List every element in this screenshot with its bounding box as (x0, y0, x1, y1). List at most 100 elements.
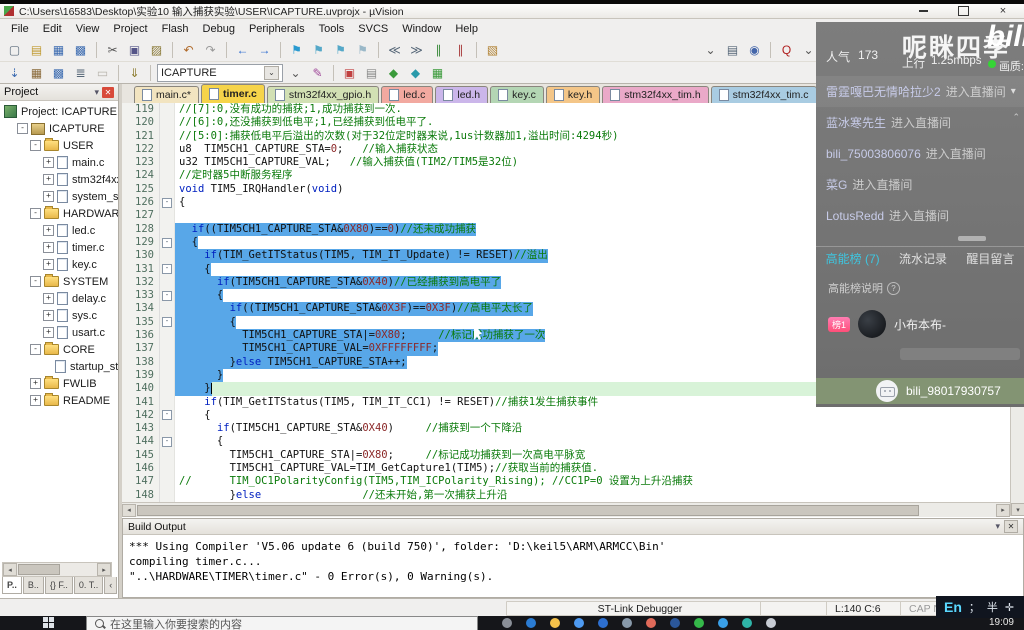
toolbar-cut-icon[interactable]: ✂ (103, 41, 122, 59)
menu-item-edit[interactable]: Edit (36, 21, 69, 37)
toolbar-unindent-icon[interactable]: ≪ (385, 41, 404, 59)
target-select[interactable]: ICAPTURE⌄ (157, 64, 283, 82)
tree-item-icapture[interactable]: -ICAPTURE (0, 120, 118, 137)
chat-scroll-up-icon[interactable]: ⌃ (1012, 112, 1020, 123)
code-line[interactable]: 145 TIM5CH1_CAPTURE_STA|=0X80; //标记成功捕获到… (122, 449, 1024, 462)
expander-icon[interactable]: + (43, 242, 54, 253)
scroll-left-icon[interactable]: ◂ (122, 504, 136, 517)
taskbar-chrome-icon[interactable] (574, 618, 584, 628)
toolbar-inline-dropdown-icon[interactable]: ⌄ (701, 41, 720, 59)
editor-tab-key-h[interactable]: key.h (546, 86, 600, 103)
expander-icon[interactable]: + (43, 293, 54, 304)
expander-icon[interactable]: + (30, 378, 41, 389)
toolbar-configure-icon[interactable]: ▧ (483, 41, 502, 59)
toolbar-manage-books-icon[interactable]: ▤ (362, 64, 381, 82)
scroll-thumb[interactable] (137, 505, 919, 516)
taskbar-lock-icon[interactable] (622, 618, 632, 628)
ime-punctuation[interactable]: ； (969, 599, 980, 615)
toolbar-new-file-icon[interactable]: ▢ (5, 41, 24, 59)
toolbar-rebuild-icon[interactable]: ▩ (49, 64, 68, 82)
tree-item-delay-c[interactable]: +delay.c (0, 290, 118, 307)
editor-tab-led-c[interactable]: led.c (381, 86, 433, 103)
toolbar-redo-icon[interactable]: ↷ (201, 41, 220, 59)
maximize-button[interactable] (952, 6, 974, 17)
tree-item-user[interactable]: -USER (0, 137, 118, 154)
toolbar-undo-icon[interactable]: ↶ (179, 41, 198, 59)
toolbar-save-icon[interactable]: ▦ (49, 41, 68, 59)
menu-item-help[interactable]: Help (448, 21, 485, 37)
panel-tab[interactable]: {} F.. (45, 577, 73, 594)
toolbar-uncomment-icon[interactable]: ∥ (451, 41, 470, 59)
menu-item-window[interactable]: Window (395, 21, 448, 37)
toolbar-manage-components-icon[interactable]: ▣ (340, 64, 359, 82)
chevron-down-icon[interactable]: ▾ (1011, 86, 1016, 97)
overlay-tab[interactable]: 高能榜 (7) (826, 250, 880, 267)
toolbar-nav-forward-icon[interactable]: → (255, 41, 274, 59)
fold-icon[interactable]: - (162, 410, 172, 420)
editor-tab-led-h[interactable]: led.h (435, 86, 488, 103)
fold-icon[interactable]: - (162, 264, 172, 274)
fold-icon[interactable]: - (162, 198, 172, 208)
toolbar-save-all-icon[interactable]: ▩ (71, 41, 90, 59)
toolbar-target-dd-check-icon[interactable]: ⌄ (286, 64, 305, 82)
close-button[interactable]: × (992, 6, 1014, 17)
tree-item-project-icapture[interactable]: Project: ICAPTURE (0, 103, 118, 120)
tree-item-sys-c[interactable]: +sys.c (0, 307, 118, 324)
taskbar-folder-icon[interactable] (550, 618, 560, 628)
start-button[interactable] (42, 616, 58, 630)
toolbar-find-in-files-icon[interactable]: ▤ (723, 41, 742, 59)
expander-icon[interactable]: + (43, 174, 54, 185)
code-line[interactable]: 144- { (122, 435, 1024, 448)
tree-item-system-stm[interactable]: +system_stm (0, 188, 118, 205)
menu-item-file[interactable]: File (4, 21, 36, 37)
taskbar-wechat-icon[interactable] (694, 618, 704, 628)
close-panel-icon[interactable]: ✕ (102, 87, 114, 98)
menu-item-tools[interactable]: Tools (312, 21, 352, 37)
ime-indicator[interactable]: En ； 半 ✛ (936, 596, 1024, 618)
tree-item-stm32f4xx-[interactable]: +stm32f4xx_ (0, 171, 118, 188)
panel-tab-scroll-left[interactable]: ‹ (104, 577, 117, 594)
taskbar-tray-icon[interactable] (766, 618, 776, 628)
panel-tab[interactable]: B.. (23, 577, 44, 594)
toolbar-find-icon[interactable]: Q (777, 41, 796, 59)
menu-item-view[interactable]: View (69, 21, 107, 37)
editor-tab-main-c-[interactable]: main.c* (134, 86, 199, 103)
overlay-tab[interactable]: 流水记录 (899, 250, 947, 267)
project-hscrollbar[interactable]: ◂ ▸ (2, 562, 112, 577)
panel-tab[interactable]: 0. T.. (74, 577, 103, 594)
toolbar-batch-build-icon[interactable]: ≣ (71, 64, 90, 82)
toolbar-bookmark-next-icon[interactable]: ⚑ (331, 41, 350, 59)
toolbar-build-icon[interactable]: ▦ (27, 64, 46, 82)
scroll-right-icon[interactable]: ▸ (97, 563, 111, 576)
expander-icon[interactable]: - (17, 123, 28, 134)
code-line[interactable]: 146 TIM5CH1_CAPTURE_VAL=TIM_GetCapture1(… (122, 462, 1024, 475)
scroll-left-icon[interactable]: ◂ (3, 563, 17, 576)
taskbar-browser-icon[interactable] (502, 618, 512, 628)
expander-icon[interactable]: - (30, 208, 41, 219)
code-line[interactable]: 147// TIM_OC1PolarityConfig(TIM5,TIM_ICP… (122, 475, 1024, 488)
code-line[interactable]: 142- { (122, 409, 1024, 422)
tree-item-timer-c[interactable]: +timer.c (0, 239, 118, 256)
taskbar-media-icon[interactable] (646, 618, 656, 628)
taskbar-word-icon[interactable] (670, 618, 680, 628)
tree-item-main-c[interactable]: +main.c (0, 154, 118, 171)
editor-tab-key-c[interactable]: key.c (490, 86, 544, 103)
menu-item-debug[interactable]: Debug (196, 21, 242, 37)
toolbar-stop-build-icon[interactable]: ▭ (93, 64, 112, 82)
expander-icon[interactable]: - (30, 140, 41, 151)
taskbar-edge-icon[interactable] (526, 618, 536, 628)
menu-item-peripherals[interactable]: Peripherals (242, 21, 312, 37)
fold-icon[interactable]: - (162, 317, 172, 327)
toolbar-source-browser-icon[interactable]: ▦ (428, 64, 447, 82)
ime-halfwidth[interactable]: 半 (987, 599, 998, 615)
expander-icon[interactable]: + (30, 395, 41, 406)
expander-icon[interactable]: + (43, 225, 54, 236)
toolbar-bookmark-prev-icon[interactable]: ⚑ (309, 41, 328, 59)
taskbar-search-input[interactable]: 在这里输入你要搜索的内容 (86, 616, 478, 630)
expander-icon[interactable]: + (43, 327, 54, 338)
editor-tab-stm32f4xx-tim-h[interactable]: stm32f4xx_tim.h (602, 86, 708, 103)
code-line[interactable]: 143 if(TIM5CH1_CAPTURE_STA&0X40) //捕获到一个… (122, 422, 1024, 435)
tree-item-fwlib[interactable]: +FWLIB (0, 375, 118, 392)
editor-hscrollbar[interactable]: ◂ ▸ (122, 502, 1010, 517)
tree-item-led-c[interactable]: +led.c (0, 222, 118, 239)
